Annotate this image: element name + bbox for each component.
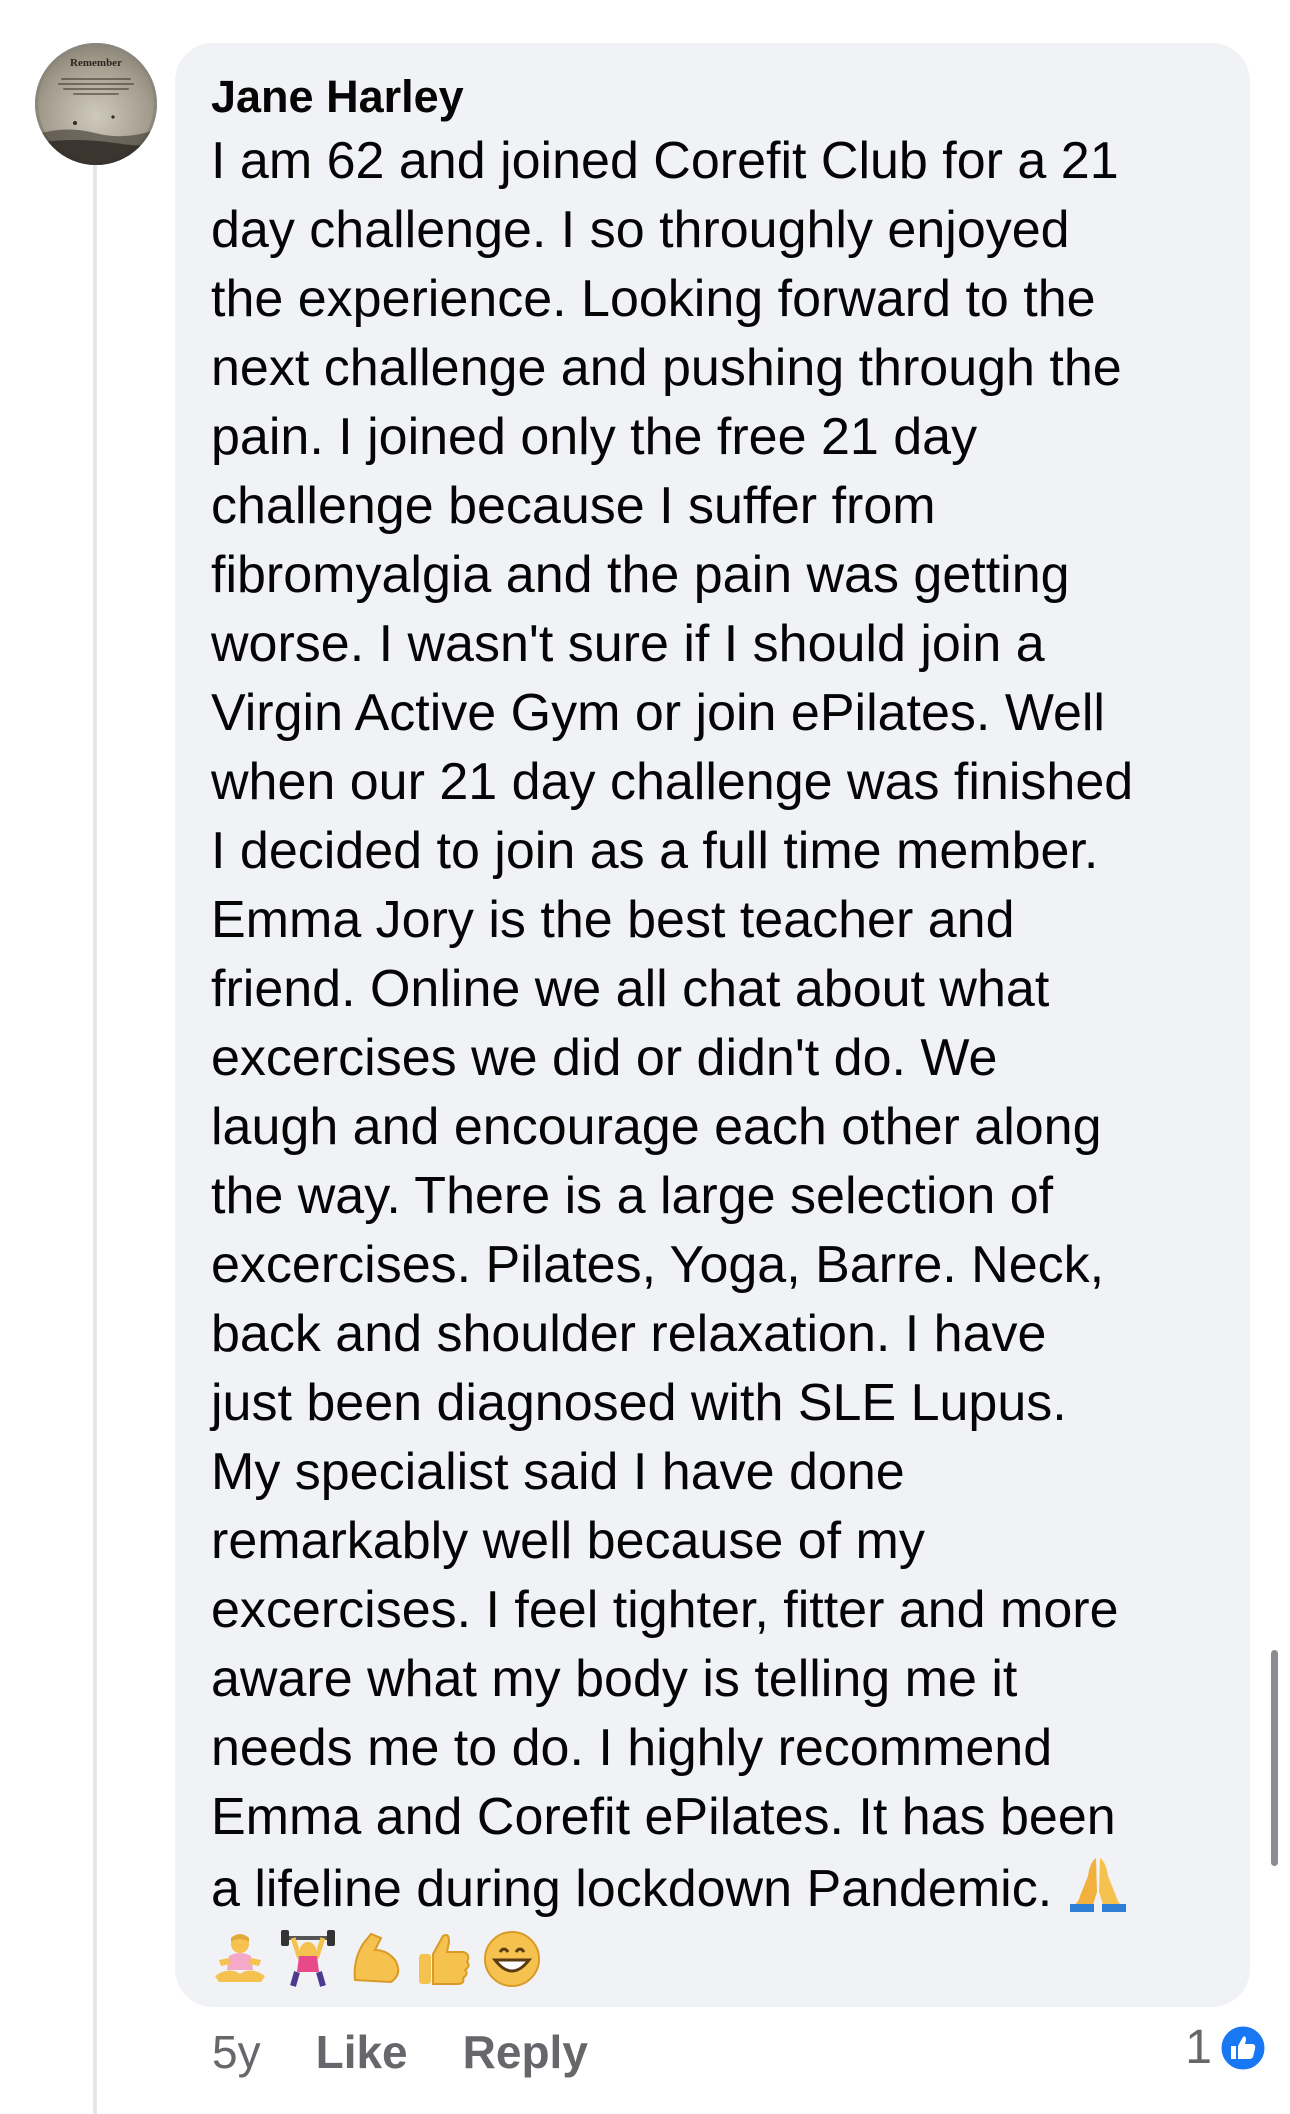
comment-line: remarkably well because of my <box>211 1512 925 1570</box>
comment-line: worse. I wasn't sure if I should join a <box>211 615 1045 673</box>
comment-line: day challenge. I so throughly enjoyed <box>211 201 1070 259</box>
thumbs-up-icon <box>419 1933 470 1985</box>
comment-line: laugh and encourage each other along <box>211 1098 1102 1156</box>
comment-line: aware what my body is telling me it <box>211 1650 1018 1708</box>
comment-line: next challenge and pushing through the <box>211 339 1122 397</box>
emoji-row <box>211 1924 1220 1993</box>
avatar[interactable]: Remember <box>35 43 157 165</box>
comment-timestamp[interactable]: 5y <box>212 2025 261 2079</box>
reaction-summary[interactable]: 1 <box>1185 2020 1268 2075</box>
reaction-count: 1 <box>1185 2021 1212 2074</box>
comment-line: a lifeline during lockdown Pandemic. <box>211 1860 1053 1918</box>
comment-author[interactable]: Jane Harley <box>211 67 1220 127</box>
comment-line: pain. I joined only the free 21 day <box>211 408 978 466</box>
praying-hands-icon <box>1070 1858 1127 1912</box>
avatar-landscape-icon <box>35 115 157 165</box>
comment-line: Emma and Corefit ePilates. It has been <box>211 1788 1116 1846</box>
flexed-biceps-icon <box>353 1932 400 1983</box>
comment-line: the experience. Looking forward to the <box>211 270 1096 328</box>
comment-line: I am 62 and joined Corefit Club for a 21 <box>211 132 1119 190</box>
scrollbar[interactable] <box>1271 1650 1278 1866</box>
comment-line: challenge because I suffer from <box>211 477 936 535</box>
comment-line: I decided to join as a full time member. <box>211 822 1099 880</box>
comment-text: I am 62 and joined Corefit Club for a 21… <box>211 127 1220 1924</box>
comment-line: needs me to do. I highly recommend <box>211 1719 1053 1777</box>
comment-line: Emma Jory is the best teacher and <box>211 891 1015 949</box>
comment-line: friend. Online we all chat about what <box>211 960 1050 1018</box>
comment-line: when our 21 day challenge was finished <box>211 753 1134 811</box>
comment-line: fibromyalgia and the pain was getting <box>211 546 1070 604</box>
like-reaction-icon <box>1218 2023 1268 2072</box>
comment-line: My specialist said I have done <box>211 1443 905 1501</box>
comment-actions: 5y Like Reply <box>212 2022 643 2082</box>
comment-line: the way. There is a large selection of <box>211 1167 1054 1225</box>
comment-line: just been diagnosed with SLE Lupus. <box>211 1374 1067 1432</box>
person-lotus-icon <box>215 1933 265 1982</box>
comment-line: excercises we did or didn't do. We <box>211 1029 998 1087</box>
comment-line: back and shoulder relaxation. I have <box>211 1305 1047 1363</box>
comment-line: excercises. Pilates, Yoga, Barre. Neck, <box>211 1236 1105 1294</box>
comment-line: Virgin Active Gym or join ePilates. Well <box>211 684 1105 742</box>
grinning-face-icon <box>484 1930 540 1987</box>
weight-lifter-icon <box>281 1929 335 1987</box>
reply-button[interactable]: Reply <box>463 2025 588 2079</box>
comment-line-last: a lifeline during lockdown Pandemic. <box>211 1852 1220 1924</box>
like-button[interactable]: Like <box>316 2025 408 2079</box>
comment-line: excercises. I feel tighter, fitter and m… <box>211 1581 1119 1639</box>
thread-line <box>93 160 97 2114</box>
comment-bubble: Jane Harley I am 62 and joined Corefit C… <box>175 43 1250 2007</box>
